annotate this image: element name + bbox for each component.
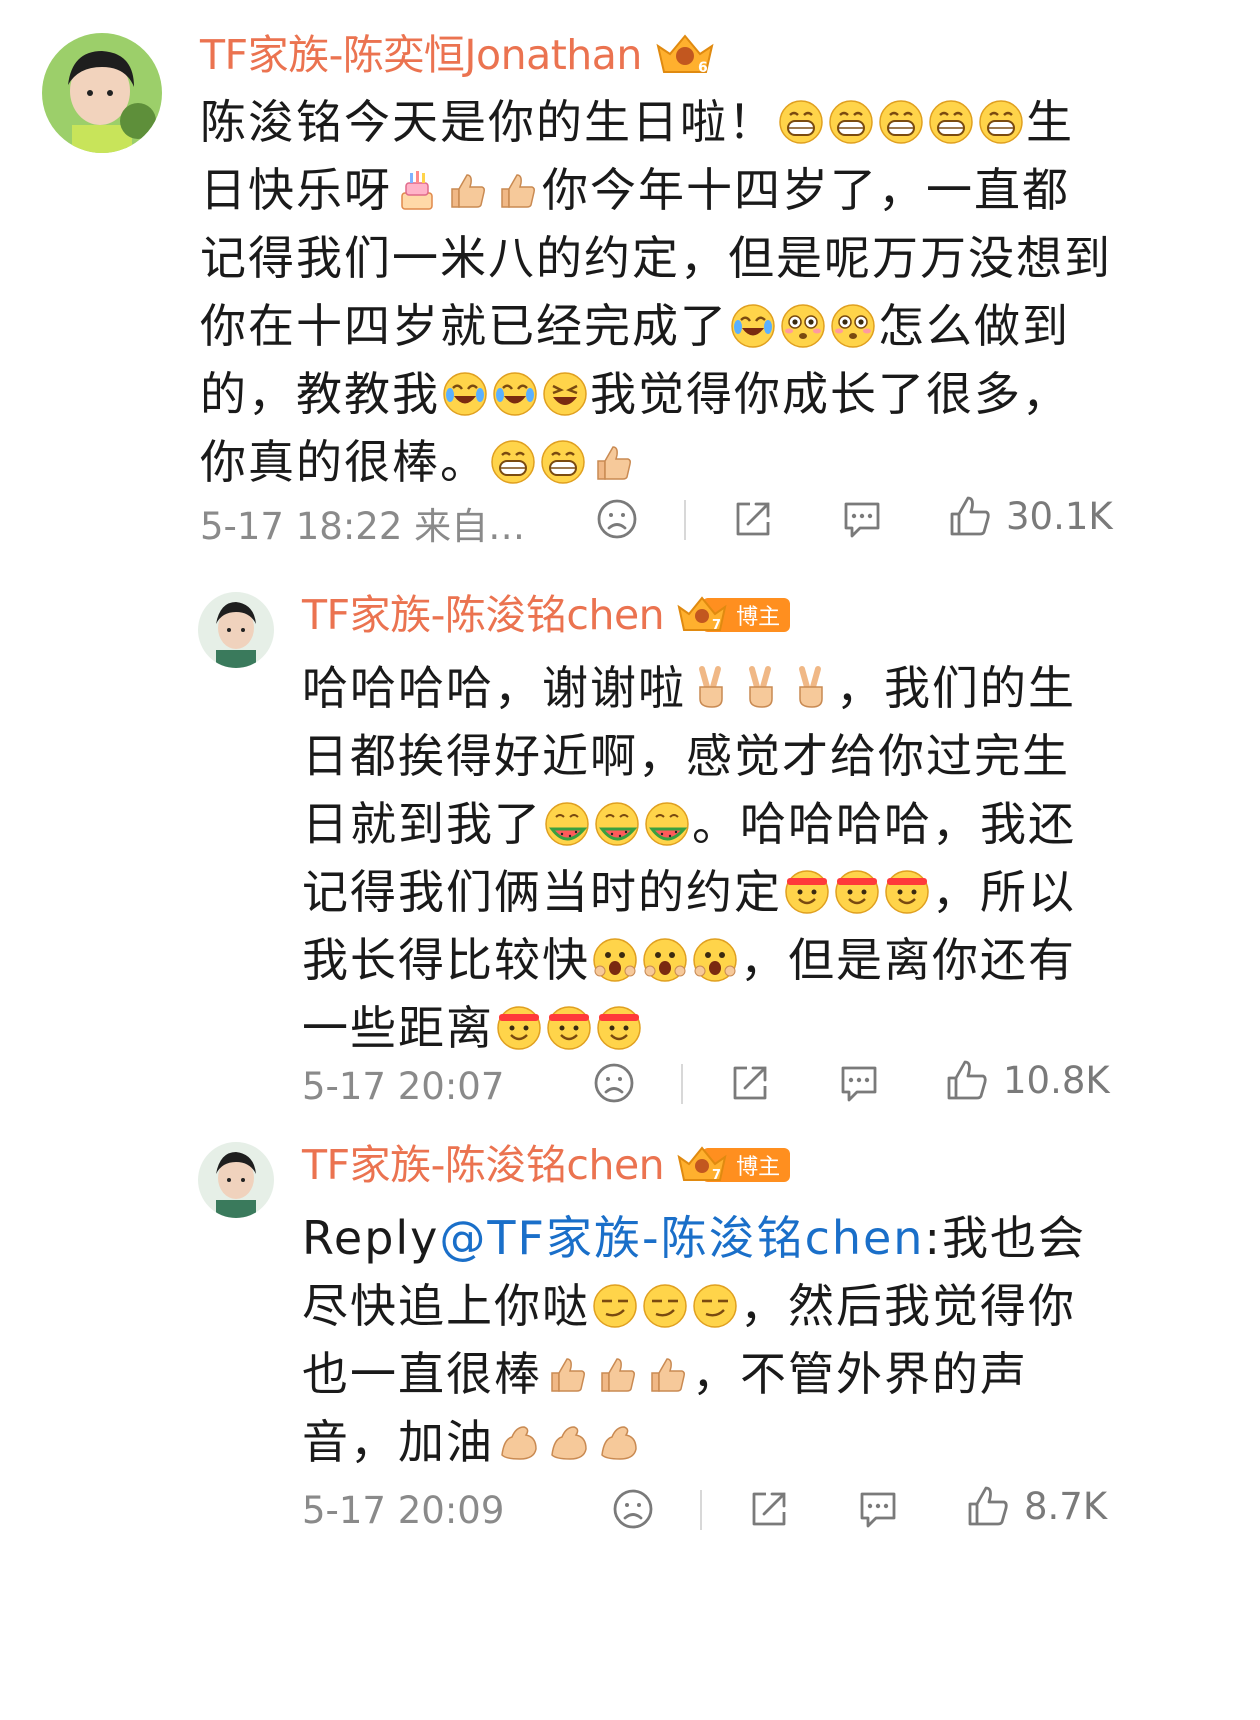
username[interactable]: TF家族-陈浚铭chen xyxy=(302,1140,665,1190)
flushed-face-icon xyxy=(780,303,826,349)
like-button[interactable]: 30.1K xyxy=(948,494,1113,538)
like-button[interactable]: 10.8K xyxy=(945,1058,1110,1102)
reply-button[interactable] xyxy=(856,1488,900,1530)
grin-face-icon xyxy=(928,99,974,145)
dislike-button[interactable] xyxy=(612,1488,654,1530)
thumbs-up-outline-icon xyxy=(968,1486,1008,1526)
thumbs-up-icon xyxy=(644,1351,690,1397)
comment-timestamp: 5-17 20:09 xyxy=(302,1488,505,1532)
thumbs-up-icon xyxy=(594,1351,640,1397)
grin-face-icon xyxy=(540,439,586,485)
thumbs-up-icon xyxy=(544,1351,590,1397)
eating-watermelon-icon xyxy=(594,801,640,847)
flushed-face-icon xyxy=(830,303,876,349)
headband-cheer-icon xyxy=(496,1005,542,1051)
share-button[interactable] xyxy=(732,498,774,540)
level-crown-badge: 6 xyxy=(654,32,716,78)
comment-text-segment: Reply xyxy=(302,1211,440,1265)
grin-face-icon xyxy=(778,99,824,145)
grin-face-icon xyxy=(978,99,1024,145)
thumbs-up-icon xyxy=(590,439,636,485)
divider xyxy=(700,1490,702,1530)
headband-cheer-icon xyxy=(546,1005,592,1051)
svg-text:7: 7 xyxy=(712,618,721,633)
birthday-cake-icon xyxy=(394,167,440,213)
like-count: 30.1K xyxy=(1006,494,1113,538)
thumbs-up-icon xyxy=(494,167,540,213)
avatar[interactable] xyxy=(198,1142,274,1218)
comment-text-segment: 陈浚铭今天是你的生日啦！ xyxy=(200,95,776,149)
reply-button[interactable] xyxy=(837,1062,881,1104)
mention-link[interactable]: @TF家族-陈浚铭chen xyxy=(439,1211,924,1265)
flexed-biceps-icon xyxy=(596,1419,642,1465)
avatar[interactable] xyxy=(198,592,274,668)
smug-face-icon xyxy=(642,1283,688,1329)
share-button[interactable] xyxy=(729,1062,771,1104)
comment-bubble-icon xyxy=(841,1066,877,1102)
comment-text: 陈浚铭今天是你的生日啦！ 生日快乐呀 你今年十四岁了，一直都记得我们一米八的约定，但… xyxy=(200,88,1115,496)
headband-cheer-icon xyxy=(596,1005,642,1051)
svg-text:6: 6 xyxy=(698,60,708,76)
like-count: 8.7K xyxy=(1024,1484,1108,1528)
share-icon xyxy=(752,1492,786,1526)
eating-watermelon-icon xyxy=(544,801,590,847)
like-count: 10.8K xyxy=(1003,1058,1110,1102)
victory-hand-icon xyxy=(738,665,784,711)
headband-cheer-icon xyxy=(784,869,830,915)
svg-text:7: 7 xyxy=(712,1168,721,1183)
comment-timestamp: 5-17 20:07 xyxy=(302,1064,505,1108)
shocked-face-icon xyxy=(592,937,638,983)
tears-of-joy-icon xyxy=(730,303,776,349)
crown-icon: 7 xyxy=(677,596,727,633)
frown-face-icon xyxy=(597,499,637,539)
username[interactable]: TF家族-陈奕恒Jonathan xyxy=(200,30,642,80)
comment-text: Reply@TF家族-陈浚铭chen:我也会尽快追上你哒 ，然后我觉得你也一直很棒… xyxy=(302,1204,1102,1476)
eating-watermelon-icon xyxy=(644,801,690,847)
victory-hand-icon xyxy=(788,665,834,711)
comment-timestamp: 5-17 18:22 来自… xyxy=(200,505,526,548)
thumbs-up-outline-icon xyxy=(947,1060,987,1100)
comment-bubble-icon xyxy=(860,1492,896,1528)
divider xyxy=(681,1064,683,1104)
frown-face-icon xyxy=(613,1489,653,1529)
grin-face-icon xyxy=(490,439,536,485)
blogger-badge: 7 博主 xyxy=(676,1145,791,1185)
grin-face-icon xyxy=(828,99,874,145)
like-button[interactable]: 8.7K xyxy=(966,1484,1107,1528)
headband-cheer-icon xyxy=(834,869,880,915)
tears-of-joy-icon xyxy=(442,371,488,417)
frown-face-icon xyxy=(594,1063,634,1103)
divider xyxy=(684,500,686,540)
blogger-badge: 7 博主 xyxy=(676,595,791,635)
comment-text-segment: 哈哈哈哈，谢谢啦 xyxy=(302,661,686,715)
username[interactable]: TF家族-陈浚铭chen xyxy=(302,590,665,640)
headband-cheer-icon xyxy=(884,869,930,915)
flexed-biceps-icon xyxy=(546,1419,592,1465)
reply-button[interactable] xyxy=(840,498,884,540)
comment-bubble-icon xyxy=(844,502,880,538)
crown-icon: 6 xyxy=(656,34,714,76)
victory-hand-icon xyxy=(688,665,734,711)
dislike-button[interactable] xyxy=(596,498,638,540)
flexed-biceps-icon xyxy=(496,1419,542,1465)
thumbs-up-icon xyxy=(444,167,490,213)
share-icon xyxy=(733,1066,767,1100)
share-icon xyxy=(736,502,770,536)
laughing-face-icon xyxy=(542,371,588,417)
grin-face-icon xyxy=(878,99,924,145)
thumbs-up-outline-icon xyxy=(950,496,990,536)
dislike-button[interactable] xyxy=(593,1062,635,1104)
tears-of-joy-icon xyxy=(492,371,538,417)
shocked-face-icon xyxy=(692,937,738,983)
smug-face-icon xyxy=(592,1283,638,1329)
avatar[interactable] xyxy=(42,33,162,153)
crown-icon: 7 xyxy=(677,1146,727,1183)
comment-text: 哈哈哈哈，谢谢啦 ，我们的生日都挨得好近啊，感觉才给你过完生日就到我了 。哈哈哈哈，… xyxy=(302,654,1102,1062)
shocked-face-icon xyxy=(642,937,688,983)
share-button[interactable] xyxy=(748,1488,790,1530)
smug-face-icon xyxy=(692,1283,738,1329)
